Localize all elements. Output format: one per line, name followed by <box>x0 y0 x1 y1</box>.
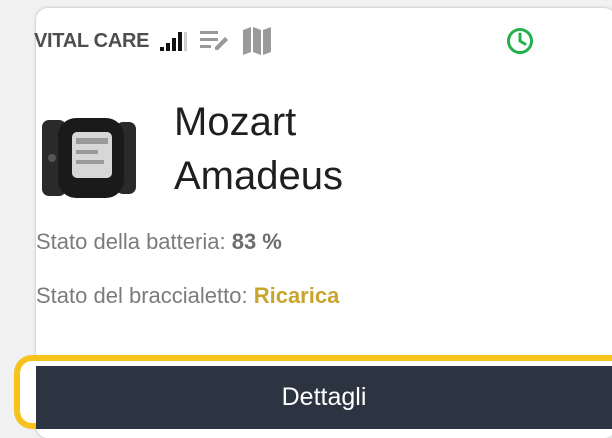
smartwatch-icon <box>42 118 136 198</box>
edit-notes-icon[interactable] <box>199 28 231 54</box>
signal-bars-icon <box>160 32 188 51</box>
bracelet-status-label: Stato del braccialetto: <box>36 283 248 308</box>
device-name-second: Amadeus <box>174 154 343 198</box>
device-name-first: Mozart <box>174 100 297 144</box>
battery-status-label: Stato della batteria: <box>36 229 226 254</box>
bracelet-status-row: Stato del braccialetto: Ricarica <box>36 283 339 309</box>
details-button[interactable]: Dettagli <box>36 366 612 429</box>
card-header: VITAL CARE <box>34 26 273 56</box>
battery-status-value: 83 % <box>231 229 282 254</box>
battery-status-row: Stato della batteria: 83 % <box>36 229 282 255</box>
brand-label: VITAL CARE <box>34 29 150 52</box>
bracelet-status-value: Ricarica <box>253 283 340 308</box>
map-icon[interactable] <box>241 26 273 56</box>
clock-icon <box>507 28 533 54</box>
